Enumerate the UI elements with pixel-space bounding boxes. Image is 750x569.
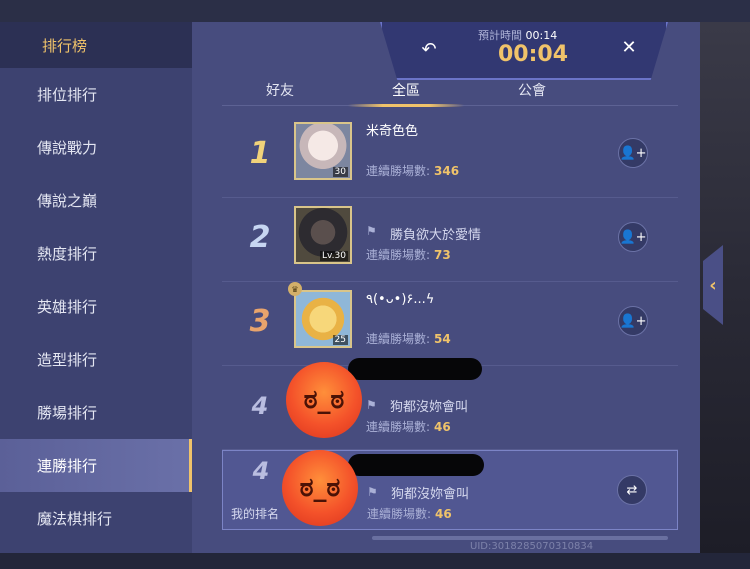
tab-selected-indicator [348,104,464,107]
stat-value: 46 [435,507,452,521]
stat-label: 連續勝場數: [367,507,432,521]
angry-face-sticker: ಠ_ಠ [286,362,362,438]
sidebar-item-hero[interactable]: 英雄排行 [0,280,192,333]
angry-face-sticker: ಠ_ಠ [282,450,358,526]
leaderboard-panel: ↶ 預計時間 00:14 00:04 ✕ 好友 全區 公會 1 30 米奇色色 … [192,22,700,553]
player-name: ٩(•ᴗ•)۶...ϟ [366,292,435,307]
win-streak-stat: 連續勝場數: 73 [366,246,451,263]
my-rank-label: 我的排名 [231,507,280,521]
match-timer: ↶ 預計時間 00:14 00:04 ✕ [380,22,668,80]
player-name: 狗都沒妳會叫 [390,400,469,415]
avatar-level: 25 [332,335,348,345]
win-streak-stat: 連續勝場數: 346 [366,162,459,179]
sidebar-title: 排行榜 [0,22,192,68]
tab-friends[interactable]: 好友 [266,80,294,100]
redaction-mark [348,358,482,380]
rank-number: 1 [249,136,271,171]
table-row[interactable]: 1 30 米奇色色 連續勝場數: 346 👤+ [222,114,678,198]
rank-number: 4 [251,392,269,420]
stat-label: 連續勝場數: [366,164,431,178]
table-row[interactable]: 2 Lv.30 ⚑ 勝負欲大於愛情 連續勝場數: 73 👤+ [222,198,678,282]
stat-value: 346 [434,164,460,178]
user-id: UID:3018285070310834 [470,541,594,552]
stat-value: 73 [434,248,451,262]
flag-icon: ⚑ [367,485,378,499]
tab-bar: 好友 全區 公會 [222,76,678,107]
avatar-level: Lv.30 [320,251,348,261]
win-streak-stat: 連續勝場數: 54 [366,330,451,347]
sidebar-item-popularity[interactable]: 熱度排行 [0,227,192,280]
stat-label: 連續勝場數: [366,248,431,262]
rank-number: 4 [252,457,270,485]
avatar[interactable]: Lv.30 [294,206,352,264]
sidebar: 排行榜 排位排行 傳說戰力 傳說之巔 熱度排行 英雄排行 造型排行 勝場排行 連… [0,22,192,553]
sidebar-item-rank[interactable]: 排位排行 [0,68,192,121]
bottom-band [0,553,750,569]
redaction-mark [348,454,484,476]
stat-label: 連續勝場數: [366,332,431,346]
win-streak-stat: 連續勝場數: 46 [367,505,452,522]
player-name: 勝負欲大於愛情 [390,228,482,243]
add-friend-icon[interactable]: 👤+ [618,138,648,168]
avatar-level: 30 [332,167,348,177]
timer-label-time: 00:14 [525,29,558,42]
rank-number: 3 [249,304,271,339]
tab-guild[interactable]: 公會 [518,80,546,100]
win-streak-stat: 連續勝場數: 46 [366,418,451,435]
stat-label: 連續勝場數: [366,420,431,434]
timer-value: 00:04 [498,42,569,67]
sidebar-item-skin[interactable]: 造型排行 [0,333,192,386]
stat-value: 46 [434,420,451,434]
back-arrow-icon[interactable]: ↶ [418,38,440,60]
sidebar-item-magic-chess[interactable]: 魔法棋排行 [0,492,192,545]
timer-label: 預計時間 00:14 [478,27,557,43]
sidebar-item-legend-peak[interactable]: 傳說之巔 [0,174,192,227]
tab-all[interactable]: 全區 [392,80,420,100]
flag-icon: ⚑ [366,398,377,412]
add-friend-icon[interactable]: 👤+ [618,306,648,336]
flag-icon: ⚑ [366,224,377,238]
top-band [0,0,750,22]
share-icon[interactable]: ⇄ [617,475,647,505]
sidebar-item-win-streak[interactable]: 連勝排行 [0,439,192,492]
rank-number: 2 [249,220,271,255]
player-name: 米奇色色 [366,124,419,139]
avatar[interactable]: 30 [294,122,352,180]
crown-icon: ♛ [288,282,302,296]
scrollbar[interactable] [372,536,668,540]
avatar[interactable]: 25 [294,290,352,348]
timer-label-text: 預計時間 [478,29,522,42]
add-friend-icon[interactable]: 👤+ [618,222,648,252]
player-name: 狗都沒妳會叫 [391,487,470,502]
table-row[interactable]: 3 25 ♛ ٩(•ᴗ•)۶...ϟ 連續勝場數: 54 👤+ [222,282,678,366]
close-icon[interactable]: ✕ [618,36,640,58]
sidebar-item-wins[interactable]: 勝場排行 [0,386,192,439]
sidebar-item-legend-power[interactable]: 傳說戰力 [0,121,192,174]
stat-value: 54 [434,332,451,346]
